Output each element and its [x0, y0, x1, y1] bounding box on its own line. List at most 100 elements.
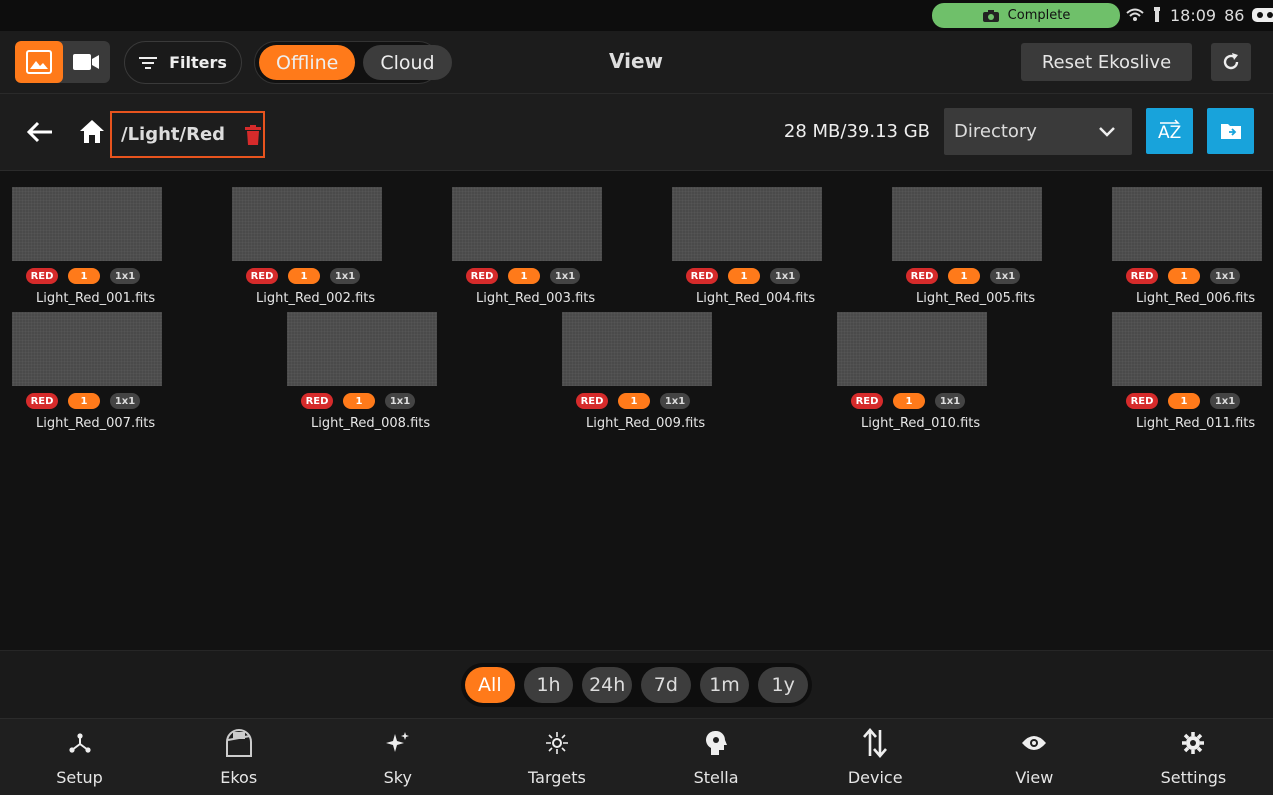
view-icon [1019, 728, 1049, 758]
file-badges: RED 1 1x1 [1112, 267, 1262, 285]
thumbnail-image[interactable] [892, 187, 1042, 261]
time-option-1h[interactable]: 1h [523, 667, 574, 703]
image-mode-button[interactable] [15, 41, 63, 83]
file-thumbnail[interactable]: RED 1 1x1 Light_Red_005.fits [892, 187, 1042, 306]
filter-badge: RED [466, 268, 498, 284]
flashlight-icon [1154, 7, 1160, 22]
clock: 18:09 [1170, 5, 1217, 25]
capture-status-label: Complete [1007, 8, 1071, 23]
file-badges: RED 1 1x1 [287, 392, 437, 410]
folder-button[interactable] [1207, 108, 1254, 154]
top-bar: Filters Offline Cloud View Reset Ekosliv… [0, 31, 1273, 94]
thumbnail-image[interactable] [672, 187, 822, 261]
nav-item-settings[interactable]: Settings [1114, 719, 1273, 795]
video-icon [73, 54, 100, 70]
thumbnail-image[interactable] [232, 187, 382, 261]
file-badges: RED 1 1x1 [562, 392, 712, 410]
offline-button[interactable]: Offline [259, 45, 356, 80]
thumbnail-image[interactable] [12, 312, 162, 386]
file-thumbnail[interactable]: RED 1 1x1 Light_Red_009.fits [562, 312, 712, 431]
file-name: Light_Red_007.fits [36, 416, 156, 431]
video-mode-button[interactable] [63, 41, 111, 83]
filter-badge: RED [851, 393, 883, 409]
file-name: Light_Red_006.fits [1136, 291, 1256, 306]
home-button[interactable] [76, 115, 108, 147]
time-option-1m[interactable]: 1m [699, 667, 750, 703]
time-option-all[interactable]: All [465, 667, 515, 703]
image-icon [25, 50, 52, 74]
thumbnail-image[interactable] [287, 312, 437, 386]
nav-label: View [1015, 767, 1054, 787]
thumbnail-image[interactable] [837, 312, 987, 386]
file-thumbnail[interactable]: RED 1 1x1 Light_Red_001.fits [12, 187, 162, 306]
binning-badge: 1x1 [330, 268, 360, 284]
nav-item-view[interactable]: View [955, 719, 1114, 795]
filters-button[interactable]: Filters [124, 41, 242, 84]
file-thumbnail[interactable]: RED 1 1x1 Light_Red_007.fits [12, 312, 162, 431]
thumbnail-image[interactable] [562, 312, 712, 386]
vr-headset-icon [1252, 8, 1273, 22]
nav-label: Settings [1160, 767, 1227, 787]
binning-badge: 1x1 [1210, 268, 1240, 284]
count-badge: 1 [893, 393, 925, 409]
bottom-navigation: Setup Ekos Sky Targets Stella Device View Setti… [0, 718, 1273, 795]
file-thumbnail[interactable]: RED 1 1x1 Light_Red_004.fits [672, 187, 822, 306]
svg-text:AZ: AZ [1158, 123, 1181, 143]
count-badge: 1 [68, 393, 100, 409]
file-thumbnail[interactable]: RED 1 1x1 Light_Red_003.fits [452, 187, 602, 306]
nav-item-stella[interactable]: Stella [637, 719, 796, 795]
nav-item-targets[interactable]: Targets [477, 719, 636, 795]
count-badge: 1 [1168, 393, 1200, 409]
file-thumbnail[interactable]: RED 1 1x1 Light_Red_011.fits [1112, 312, 1262, 431]
nav-label: Device [847, 767, 903, 787]
file-thumbnail[interactable]: RED 1 1x1 Light_Red_010.fits [837, 312, 987, 431]
back-button[interactable] [22, 116, 58, 148]
nav-item-ekos[interactable]: Ekos [159, 719, 318, 795]
cloud-button[interactable]: Cloud [363, 45, 452, 80]
sort-mode-select[interactable]: Directory [944, 108, 1132, 155]
nav-label: Ekos [220, 767, 258, 787]
count-badge: 1 [948, 268, 980, 284]
storage-usage: 28 MB/39.13 GB [783, 121, 930, 142]
thumbnail-image[interactable] [1112, 187, 1262, 261]
nav-label: Setup [56, 767, 103, 787]
filter-lines-icon [139, 56, 158, 69]
time-option-7d[interactable]: 7d [641, 667, 691, 703]
binning-badge: 1x1 [385, 393, 415, 409]
status-bar: Complete 18:09 86 [0, 0, 1273, 31]
file-thumbnail[interactable]: RED 1 1x1 Light_Red_002.fits [232, 187, 382, 306]
binning-badge: 1x1 [770, 268, 800, 284]
filter-badge: RED [1126, 393, 1158, 409]
time-option-24h[interactable]: 24h [582, 667, 633, 703]
refresh-button[interactable] [1211, 43, 1251, 81]
nav-item-device[interactable]: Device [796, 719, 955, 795]
file-thumbnail[interactable]: RED 1 1x1 Light_Red_008.fits [287, 312, 437, 431]
binning-badge: 1x1 [1210, 393, 1240, 409]
file-badges: RED 1 1x1 [837, 392, 987, 410]
storage-source-toggle: Offline Cloud [254, 41, 452, 84]
sort-az-button[interactable]: AZ [1146, 108, 1193, 154]
file-name: Light_Red_004.fits [696, 291, 816, 306]
battery-level: 86 [1224, 5, 1245, 25]
sort-mode-value: Directory [954, 121, 1037, 142]
time-option-1y[interactable]: 1y [758, 667, 809, 703]
binning-badge: 1x1 [660, 393, 690, 409]
count-badge: 1 [288, 268, 320, 284]
reset-ekoslive-button[interactable]: Reset Ekoslive [1021, 43, 1192, 81]
file-thumbnail[interactable]: RED 1 1x1 Light_Red_006.fits [1112, 187, 1262, 306]
filter-badge: RED [576, 393, 608, 409]
trash-icon[interactable] [245, 124, 262, 145]
capture-status-pill[interactable]: Complete [932, 3, 1120, 28]
filter-badge: RED [686, 268, 718, 284]
path-bar: /Light/Red 28 MB/39.13 GB Directory AZ [0, 94, 1273, 171]
arrow-left-icon [26, 121, 52, 143]
count-badge: 1 [618, 393, 650, 409]
nav-label: Sky [383, 767, 412, 787]
thumbnail-image[interactable] [452, 187, 602, 261]
thumbnail-image[interactable] [12, 187, 162, 261]
thumbnail-image[interactable] [1112, 312, 1262, 386]
file-badges: RED 1 1x1 [672, 267, 822, 285]
binning-badge: 1x1 [550, 268, 580, 284]
nav-item-setup[interactable]: Setup [0, 719, 159, 795]
nav-item-sky[interactable]: Sky [318, 719, 477, 795]
